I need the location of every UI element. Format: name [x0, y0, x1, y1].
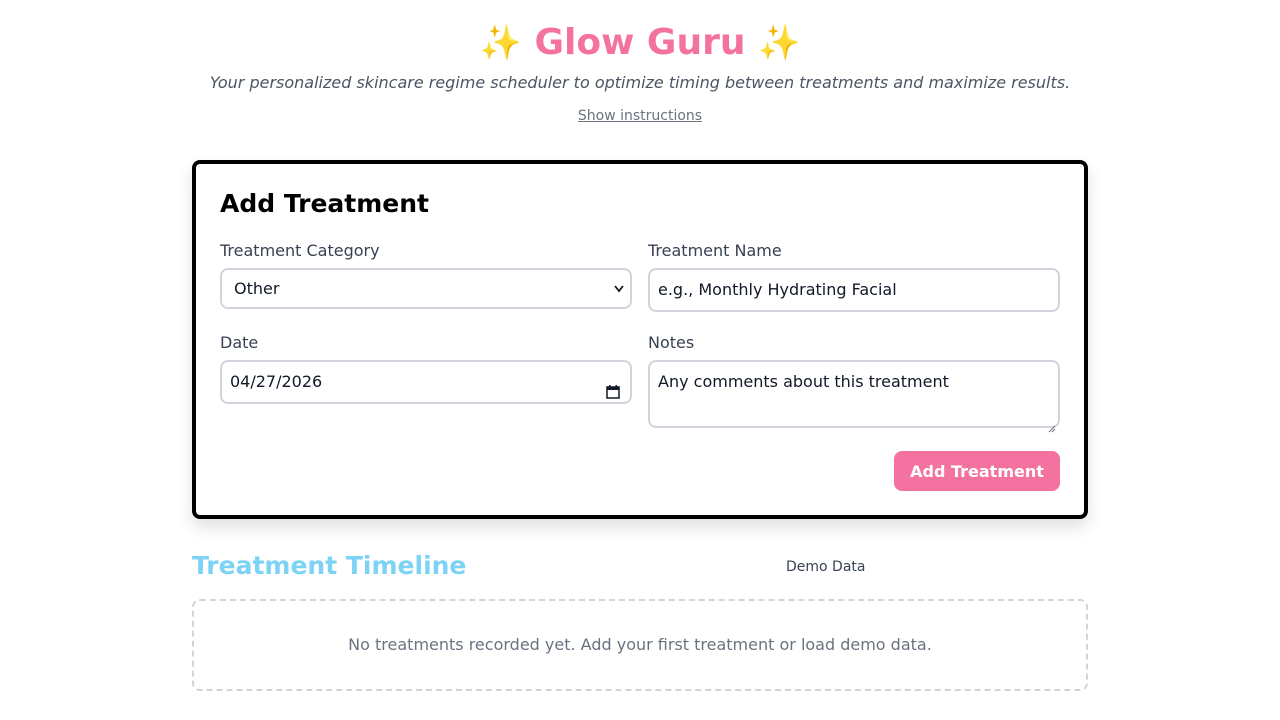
notes-textarea[interactable]: Any comments about this treatment [648, 360, 1060, 433]
instructions-toggle: Show instructions [0, 107, 1280, 125]
category-label: Treatment Category [220, 241, 380, 260]
add-treatment-title: Add Treatment [220, 189, 430, 218]
sparkle-icon: ✨ [479, 23, 522, 63]
add-treatment-card: Add Treatment Treatment Category Other T… [192, 160, 1088, 519]
timeline-empty-state: No treatments recorded yet. Add your fir… [192, 599, 1088, 691]
category-select[interactable]: Other [220, 268, 632, 309]
demo-data-button[interactable]: Demo Data [780, 557, 871, 577]
app-title-text: Glow Guru [534, 22, 746, 63]
category-select-value: Other [234, 279, 280, 298]
notes-label: Notes [648, 333, 695, 352]
app-title: ✨ Glow Guru ✨ [0, 20, 1280, 66]
name-label: Treatment Name [648, 241, 782, 260]
resize-handle-icon[interactable] [1048, 416, 1056, 433]
page: ✨ Glow Guru ✨ Your personalized skincare… [0, 0, 1280, 720]
treatment-name-input[interactable]: e.g., Monthly Hydrating Facial [648, 268, 1060, 312]
calendar-icon[interactable] [606, 374, 620, 399]
chevron-down-icon [614, 270, 624, 322]
sparkle-icon: ✨ [758, 23, 801, 63]
app-subtitle: Your personalized skincare regime schedu… [209, 73, 1071, 92]
add-treatment-button[interactable]: Add Treatment [894, 451, 1060, 491]
notes-placeholder: Any comments about this treatment [658, 372, 949, 391]
date-value: 04/27/2026 [230, 372, 323, 391]
date-label: Date [220, 333, 259, 352]
date-input[interactable]: 04/27/2026 [220, 360, 632, 404]
show-instructions-link[interactable]: Show instructions [578, 108, 702, 124]
timeline-title: Treatment Timeline [192, 551, 467, 580]
